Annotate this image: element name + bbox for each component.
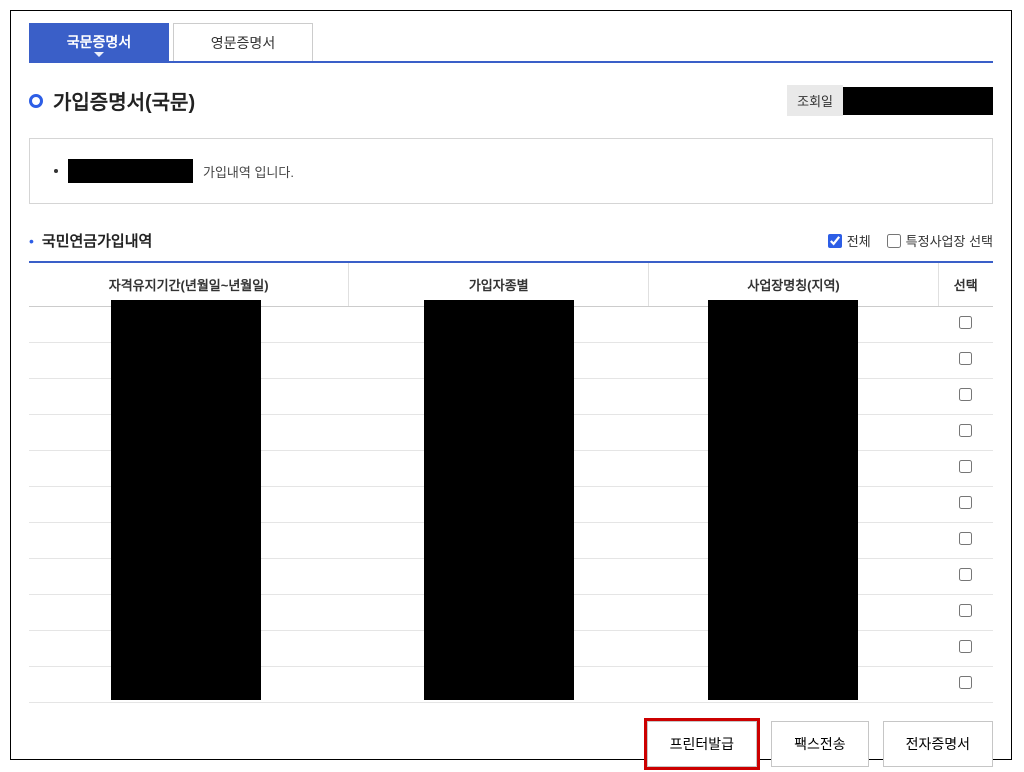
button-label: 프린터발급 [670, 736, 734, 752]
row-select-checkbox[interactable] [959, 316, 972, 329]
row-select-checkbox[interactable] [959, 460, 972, 473]
filter-all[interactable]: 전체 [828, 231, 871, 250]
bullet-icon: • [29, 233, 34, 249]
cell-select [939, 415, 993, 451]
row-select-checkbox[interactable] [959, 352, 972, 365]
redacted-column-type [424, 300, 574, 700]
cell-select [939, 667, 993, 703]
filter-specific-label: 특정사업장 선택 [906, 231, 993, 250]
cell-select [939, 631, 993, 667]
bullet-icon [29, 94, 43, 108]
fax-button[interactable]: 팩스전송 [771, 721, 869, 767]
col-header-select: 선택 [939, 263, 993, 307]
row-select-checkbox[interactable] [959, 640, 972, 653]
filter-all-checkbox[interactable] [828, 234, 842, 248]
row-select-checkbox[interactable] [959, 496, 972, 509]
row-select-checkbox[interactable] [959, 568, 972, 581]
cell-select [939, 451, 993, 487]
lookup-date-value [843, 87, 993, 115]
filter-specific[interactable]: 특정사업장 선택 [887, 231, 993, 250]
cell-select [939, 307, 993, 343]
row-select-checkbox[interactable] [959, 676, 972, 689]
print-button[interactable]: 프린터발급 [647, 721, 757, 767]
tab-bar: 국문증명서 영문증명서 [29, 23, 993, 63]
page-title: 가입증명서(국문) [53, 86, 195, 115]
filter-all-label: 전체 [847, 231, 871, 250]
cell-select [939, 595, 993, 631]
row-select-checkbox[interactable] [959, 604, 972, 617]
cell-select [939, 487, 993, 523]
row-select-checkbox[interactable] [959, 532, 972, 545]
tab-label: 영문증명서 [211, 33, 275, 53]
row-select-checkbox[interactable] [959, 388, 972, 401]
cell-select [939, 343, 993, 379]
tab-english-cert[interactable]: 영문증명서 [173, 23, 313, 61]
redacted-name [68, 159, 193, 183]
tab-label: 국문증명서 [67, 32, 131, 52]
section-title: 국민연금가입내역 [42, 230, 152, 251]
bullet-icon [54, 169, 58, 173]
info-box: 가입내역 입니다. [29, 138, 993, 204]
redacted-column-period [111, 300, 261, 700]
filter-specific-checkbox[interactable] [887, 234, 901, 248]
cell-select [939, 559, 993, 595]
tab-korean-cert[interactable]: 국문증명서 [29, 23, 169, 61]
lookup-date-label: 조회일 [787, 85, 843, 116]
redacted-column-place [708, 300, 858, 700]
cell-select [939, 379, 993, 415]
row-select-checkbox[interactable] [959, 424, 972, 437]
button-label: 전자증명서 [906, 736, 970, 752]
info-text: 가입내역 입니다. [203, 162, 294, 181]
cell-select [939, 523, 993, 559]
ecert-button[interactable]: 전자증명서 [883, 721, 993, 767]
button-label: 팩스전송 [794, 736, 846, 752]
